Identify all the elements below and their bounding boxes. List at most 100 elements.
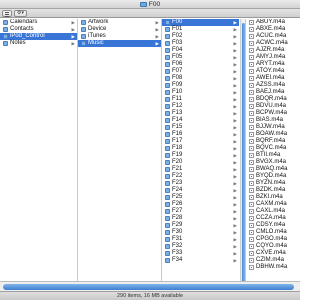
file-item[interactable]: AMYJ.m4a [246, 54, 300, 61]
music-folder-item[interactable]: F09 ▶ [162, 82, 239, 89]
file-item[interactable]: CPGO.m4a [246, 236, 300, 243]
music-folder-item[interactable]: F25 ▶ [162, 194, 239, 201]
music-folder-item[interactable]: F27 ▶ [162, 208, 239, 215]
music-scroll-thumb[interactable] [242, 23, 245, 285]
ipod-control-item[interactable]: Device ▶ [78, 26, 161, 33]
file-item[interactable]: ACUC.m4a [246, 33, 300, 40]
file-item[interactable]: BVGX.m4a [246, 159, 300, 166]
file-item[interactable]: ABUY.m4a [246, 19, 300, 26]
column-ipod-control[interactable]: Artwork ▶ Device ▶ iTunes ▶ Music ▶ [78, 19, 162, 291]
music-folder-item[interactable]: F03 ▶ [162, 40, 239, 47]
file-item[interactable]: AZSS.m4a [246, 82, 300, 89]
music-folder-item[interactable]: F01 ▶ [162, 26, 239, 33]
music-folder-item[interactable]: F15 ▶ [162, 124, 239, 131]
music-folder-item[interactable]: F00 ▶ [162, 19, 239, 26]
music-folder-item[interactable]: F29 ▶ [162, 222, 239, 229]
file-item[interactable]: BTII.m4a [246, 152, 300, 159]
audio-file-icon [249, 139, 254, 144]
file-item[interactable]: BIAS.m4a [246, 117, 300, 124]
file-item[interactable]: BCPW.m4a [246, 110, 300, 117]
music-folder-item[interactable]: F19 ▶ [162, 152, 239, 159]
library-item[interactable]: Notes ▶ [0, 40, 77, 47]
music-folder-item[interactable]: F17 ▶ [162, 138, 239, 145]
library-item[interactable]: iPod_Control ▶ [0, 33, 77, 40]
music-folder-item[interactable]: F30 ▶ [162, 229, 239, 236]
file-item[interactable]: BQRF.m4a [246, 138, 300, 145]
music-folder-item[interactable]: F13 ▶ [162, 110, 239, 117]
music-folder-item[interactable]: F12 ▶ [162, 103, 239, 110]
folder-icon [165, 69, 170, 74]
row-label: F23 [172, 180, 183, 186]
file-item[interactable]: BAEJ.m4a [246, 89, 300, 96]
disclosure-arrow-icon: ▶ [233, 76, 237, 81]
music-folder-item[interactable]: F05 ▶ [162, 54, 239, 61]
row-label: ABXE.m4a [256, 26, 286, 32]
file-item[interactable]: BJJW.m4a [246, 124, 300, 131]
music-folder-item[interactable]: F06 ▶ [162, 61, 239, 68]
music-folder-item[interactable]: F31 ▶ [162, 236, 239, 243]
music-folder-item[interactable]: F28 ▶ [162, 215, 239, 222]
file-item[interactable]: ATOY.m4a [246, 68, 300, 75]
file-item[interactable]: ARYT.m4a [246, 61, 300, 68]
music-folder-item[interactable]: F07 ▶ [162, 68, 239, 75]
title-bar[interactable]: F00 [0, 0, 300, 9]
music-folder-item[interactable]: F16 ▶ [162, 131, 239, 138]
disclosure-arrow-icon: ▶ [233, 132, 237, 137]
column-music[interactable]: F00 ▶ F01 ▶ F02 ▶ F03 ▶ F04 ▶ F05 ▶ F06 ▶ F07 ▶ F08 ▶ F09 ▶… [162, 19, 246, 291]
file-item[interactable]: BDVU.m4a [246, 103, 300, 110]
music-folder-item[interactable]: F34 ▶ [162, 257, 239, 264]
action-menu-button[interactable]: ⚙▾ [14, 10, 27, 17]
file-item[interactable]: BYQD.m4a [246, 173, 300, 180]
ipod-control-item[interactable]: Music ▶ [78, 40, 161, 47]
music-folder-item[interactable]: F26 ▶ [162, 201, 239, 208]
horizontal-scroll-thumb[interactable] [3, 284, 294, 290]
file-item[interactable]: ABXE.m4a [246, 26, 300, 33]
file-item[interactable]: AJZR.m4a [246, 47, 300, 54]
music-folder-item[interactable]: F33 ▶ [162, 250, 239, 257]
music-folder-item[interactable]: F22 ▶ [162, 173, 239, 180]
file-item[interactable]: CDSY.m4a [246, 222, 300, 229]
column-view-button[interactable] [2, 10, 12, 17]
audio-file-icon [249, 118, 254, 123]
music-vertical-scrollbar[interactable] [240, 19, 245, 291]
music-folder-item[interactable]: F02 ▶ [162, 33, 239, 40]
file-item[interactable]: AWEI.m4a [246, 75, 300, 82]
music-folder-item[interactable]: F21 ▶ [162, 166, 239, 173]
file-item[interactable]: CAXL.m4a [246, 208, 300, 215]
music-folder-item[interactable]: F04 ▶ [162, 47, 239, 54]
file-item[interactable]: CMLO.m4a [246, 229, 300, 236]
file-item[interactable]: CAXM.m4a [246, 201, 300, 208]
file-item[interactable]: BZDK.m4a [246, 187, 300, 194]
row-label: BAEJ.m4a [256, 89, 285, 95]
music-folder-item[interactable]: F23 ▶ [162, 180, 239, 187]
horizontal-scrollbar[interactable] [0, 281, 300, 291]
music-folder-item[interactable]: F24 ▶ [162, 187, 239, 194]
ipod-control-item[interactable]: iTunes ▶ [78, 33, 161, 40]
music-folder-item[interactable]: F18 ▶ [162, 145, 239, 152]
music-folder-item[interactable]: F14 ▶ [162, 117, 239, 124]
file-item[interactable]: BWAQ.m4a [246, 166, 300, 173]
music-folder-item[interactable]: F20 ▶ [162, 159, 239, 166]
file-item[interactable]: BYZN.m4a [246, 180, 300, 187]
file-item[interactable]: BOAW.m4a [246, 131, 300, 138]
music-folder-item[interactable]: F11 ▶ [162, 96, 239, 103]
file-item[interactable]: DBHW.m4a [246, 264, 300, 271]
file-item[interactable]: CCZA.m4a [246, 215, 300, 222]
library-item[interactable]: Calendars ▶ [0, 19, 77, 26]
column-library[interactable]: Calendars ▶ Contacts ▶ iPod_Control ▶ Notes ▶ [0, 19, 78, 291]
file-item[interactable]: CQYO.m4a [246, 243, 300, 250]
file-item[interactable]: BQVC.m4a [246, 145, 300, 152]
file-item[interactable]: BDQR.m4a [246, 96, 300, 103]
ipod-control-item[interactable]: Artwork ▶ [78, 19, 161, 26]
file-item[interactable]: ACWC.m4a [246, 40, 300, 47]
file-item[interactable]: CXVE.m4a [246, 250, 300, 257]
row-label: F16 [172, 131, 183, 137]
file-item[interactable]: BZKI.m4a [246, 194, 300, 201]
row-label: F31 [172, 236, 183, 242]
library-item[interactable]: Contacts ▶ [0, 26, 77, 33]
music-folder-item[interactable]: F08 ▶ [162, 75, 239, 82]
file-item[interactable]: CZIM.m4a [246, 257, 300, 264]
music-folder-item[interactable]: F10 ▶ [162, 89, 239, 96]
column-files[interactable]: ABUY.m4a ABXE.m4a ACUC.m4a ACWC.m4a AJZR.m4a… [246, 19, 300, 291]
music-folder-item[interactable]: F32 ▶ [162, 243, 239, 250]
